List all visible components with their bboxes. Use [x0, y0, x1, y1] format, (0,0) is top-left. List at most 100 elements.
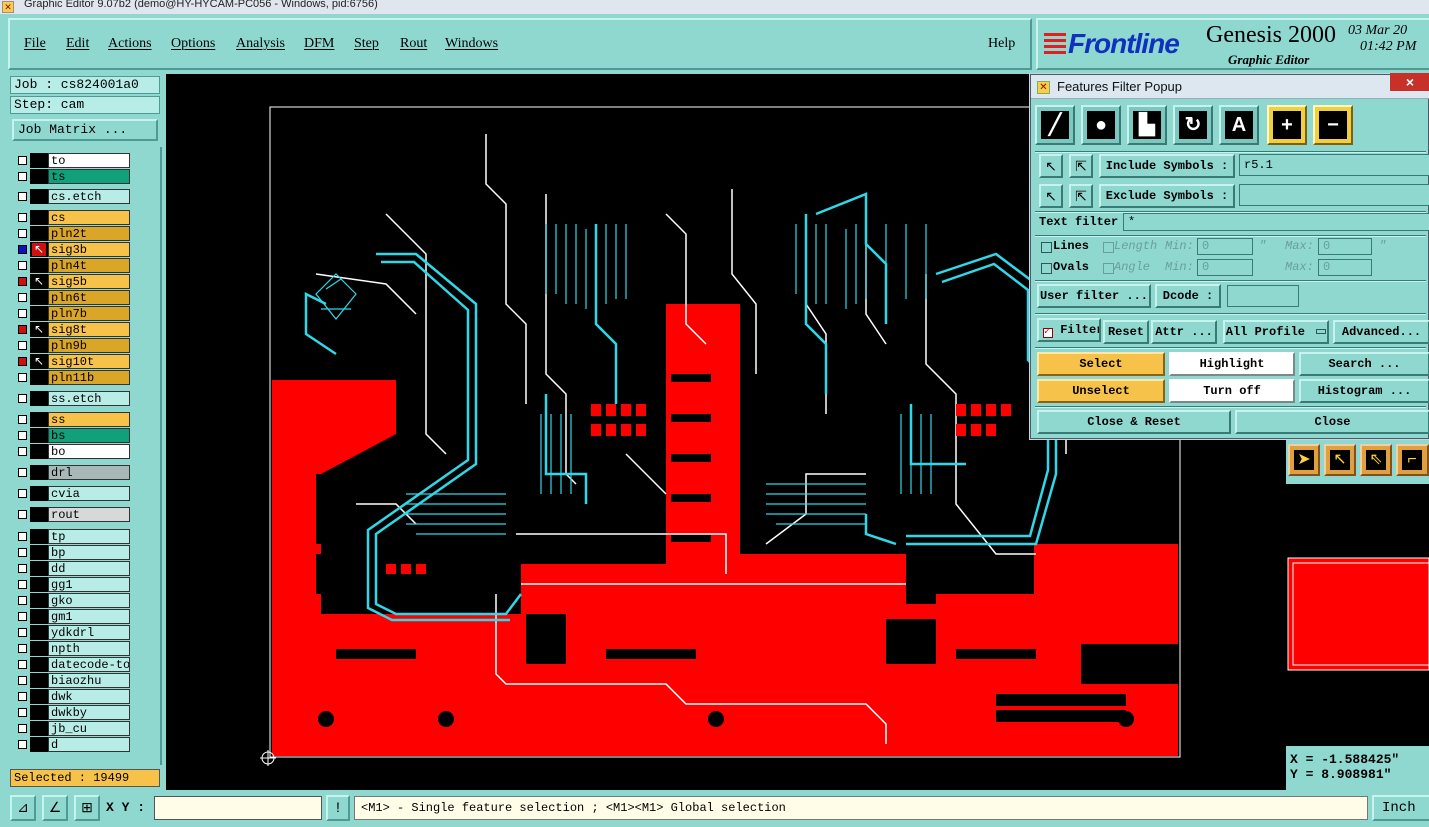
filter-toggle[interactable]: ✓ Filter — [1037, 318, 1101, 342]
menu-help[interactable]: Help — [988, 36, 1015, 52]
layer-name[interactable]: bs — [48, 428, 130, 443]
layer-affected-checkbox[interactable] — [18, 510, 27, 519]
layer-row[interactable]: gko — [12, 593, 136, 608]
layer-affected-checkbox[interactable] — [18, 325, 27, 334]
turn-off-button[interactable]: Turn off — [1169, 379, 1295, 403]
angle-min-field[interactable]: 0 — [1197, 259, 1253, 276]
layer-name[interactable]: gm1 — [48, 609, 130, 624]
layer-affected-checkbox[interactable] — [18, 692, 27, 701]
layer-display-toggle[interactable] — [30, 641, 48, 656]
measure-tool[interactable]: ⌐ — [1396, 444, 1429, 476]
text-filter-field[interactable]: * — [1123, 213, 1429, 231]
layer-affected-checkbox[interactable] — [18, 532, 27, 541]
layer-display-toggle[interactable] — [30, 338, 48, 353]
layer-affected-checkbox[interactable] — [18, 213, 27, 222]
layer-row[interactable]: cvia — [12, 486, 136, 501]
layer-display-toggle[interactable] — [30, 428, 48, 443]
layer-affected-checkbox[interactable] — [18, 261, 27, 270]
search-button[interactable]: Search ... — [1299, 352, 1429, 376]
layer-affected-checkbox[interactable] — [18, 229, 27, 238]
menu-options[interactable]: Options — [171, 36, 215, 52]
layer-display-toggle[interactable] — [30, 370, 48, 385]
layer-row[interactable]: to — [12, 153, 136, 168]
overview-map[interactable] — [1286, 484, 1429, 746]
layer-display-toggle[interactable] — [30, 486, 48, 501]
layer-row[interactable]: gg1 — [12, 577, 136, 592]
reset-button[interactable]: Reset — [1103, 320, 1149, 344]
snap-grid-icon[interactable]: ⊿ — [10, 795, 36, 821]
layer-display-toggle[interactable] — [30, 545, 48, 560]
layer-affected-checkbox[interactable] — [18, 660, 27, 669]
layer-row[interactable]: tp — [12, 529, 136, 544]
include-symbols-button[interactable]: Include Symbols : — [1099, 154, 1235, 178]
layer-row[interactable]: pln7b — [12, 306, 136, 321]
layer-row[interactable]: npth — [12, 641, 136, 656]
feature-text-toggle[interactable]: A — [1219, 105, 1259, 145]
lines-checkbox[interactable] — [1041, 242, 1052, 253]
layer-name[interactable]: cs — [48, 210, 130, 225]
layer-affected-checkbox[interactable] — [18, 447, 27, 456]
layer-display-toggle[interactable] — [30, 226, 48, 241]
attr-button[interactable]: Attr ... — [1151, 320, 1217, 344]
positive-polarity-toggle[interactable]: + — [1267, 105, 1307, 145]
layer-affected-checkbox[interactable] — [18, 245, 27, 254]
layer-name[interactable]: npth — [48, 641, 130, 656]
advanced-button[interactable]: Advanced... — [1333, 320, 1429, 344]
layer-display-toggle[interactable] — [30, 210, 48, 225]
layer-affected-checkbox[interactable] — [18, 676, 27, 685]
dcode-button[interactable]: Dcode : — [1155, 284, 1221, 308]
select-button[interactable]: Select — [1037, 352, 1165, 376]
layer-display-toggle[interactable] — [30, 689, 48, 704]
layer-name[interactable]: pln2t — [48, 226, 130, 241]
layer-affected-checkbox[interactable] — [18, 394, 27, 403]
length-max-field[interactable]: 0 — [1318, 238, 1372, 255]
info-icon[interactable]: ! — [326, 795, 350, 821]
layer-row[interactable]: gm1 — [12, 609, 136, 624]
menu-edit[interactable]: Edit — [66, 36, 89, 52]
layer-display-toggle[interactable] — [30, 290, 48, 305]
layer-name[interactable]: datecode-to — [48, 657, 130, 672]
feature-arc-toggle[interactable]: ↻ — [1173, 105, 1213, 145]
layer-row[interactable]: ↖ sig3b — [12, 242, 136, 257]
layer-display-toggle[interactable] — [30, 444, 48, 459]
layer-display-toggle[interactable] — [30, 507, 48, 522]
units-button[interactable]: Inch — [1372, 795, 1429, 821]
layer-name[interactable]: to — [48, 153, 130, 168]
layer-row[interactable]: biaozhu — [12, 673, 136, 688]
layer-display-toggle[interactable] — [30, 391, 48, 406]
layer-display-toggle[interactable] — [30, 577, 48, 592]
layer-affected-checkbox[interactable] — [18, 192, 27, 201]
layer-name[interactable]: pln7b — [48, 306, 130, 321]
layer-row[interactable]: bs — [12, 428, 136, 443]
layer-display-toggle[interactable] — [30, 258, 48, 273]
profile-dropdown[interactable]: All Profile — [1223, 320, 1329, 344]
histogram-button[interactable]: Histogram ... — [1299, 379, 1429, 403]
popup-close-button[interactable]: × — [1390, 73, 1429, 91]
layer-row[interactable]: ss — [12, 412, 136, 427]
layer-affected-checkbox[interactable] — [18, 468, 27, 477]
layer-display-toggle[interactable] — [30, 189, 48, 204]
menu-actions[interactable]: Actions — [108, 36, 152, 52]
layer-name[interactable]: biaozhu — [48, 673, 130, 688]
layer-name[interactable]: ss.etch — [48, 391, 130, 406]
layer-display-toggle[interactable] — [30, 737, 48, 752]
layer-row[interactable]: pln4t — [12, 258, 136, 273]
layer-row[interactable]: ↖ sig8t — [12, 322, 136, 337]
include-symbols-field[interactable]: r5.1 — [1239, 154, 1429, 176]
layer-name[interactable]: sig10t — [48, 354, 130, 369]
layer-affected-checkbox[interactable] — [18, 172, 27, 181]
layer-row[interactable]: ydkdrl — [12, 625, 136, 640]
layer-row[interactable]: pln9b — [12, 338, 136, 353]
layer-row[interactable]: cs.etch — [12, 189, 136, 204]
layer-affected-checkbox[interactable] — [18, 740, 27, 749]
layer-affected-checkbox[interactable] — [18, 548, 27, 557]
layer-name[interactable]: cvia — [48, 486, 130, 501]
layer-affected-checkbox[interactable] — [18, 415, 27, 424]
layer-name[interactable]: sig3b — [48, 242, 130, 257]
layer-row[interactable]: bo — [12, 444, 136, 459]
exclude-symbols-field[interactable] — [1239, 184, 1429, 206]
layer-affected-checkbox[interactable] — [18, 309, 27, 318]
layer-display-toggle[interactable] — [30, 465, 48, 480]
layer-name[interactable]: tp — [48, 529, 130, 544]
layer-name[interactable]: dd — [48, 561, 130, 576]
